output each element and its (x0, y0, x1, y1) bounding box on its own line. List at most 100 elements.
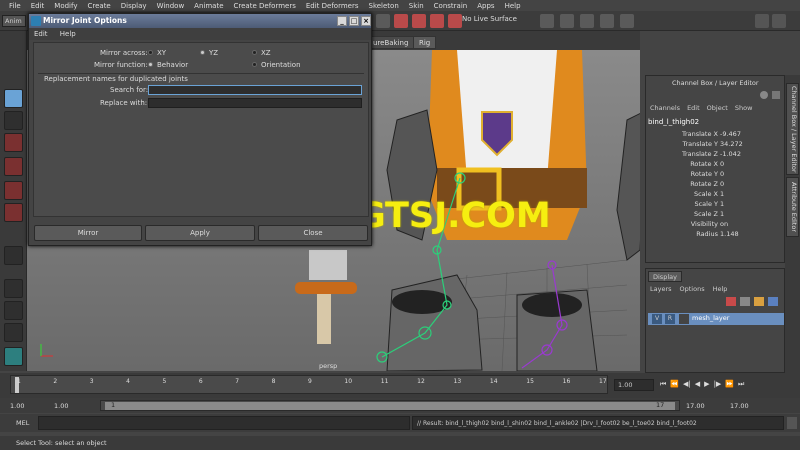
joint-tool-icon[interactable] (4, 246, 23, 265)
layer-visibility-toggle[interactable]: V (652, 314, 662, 324)
snap-curve-icon[interactable] (412, 14, 426, 28)
layer-help-menu[interactable]: Help (713, 283, 728, 295)
channel-box-pin-icon[interactable] (772, 91, 780, 99)
range-end-field[interactable]: 17.00 (730, 402, 749, 410)
close-window-button[interactable]: × (361, 16, 371, 26)
radio-xy-label[interactable]: XY (157, 49, 166, 57)
radio-orientation-label[interactable]: Orientation (261, 61, 301, 69)
side-tab-channel-box[interactable]: Channel Box / Layer Editor (786, 83, 799, 175)
render-settings-icon[interactable] (600, 14, 614, 28)
menu-modify[interactable]: Modify (49, 2, 82, 10)
channel-object-menu[interactable]: Object (707, 102, 728, 114)
time-slider-track[interactable]: 1 2 3 4 5 6 7 8 9 10 11 12 13 14 15 16 17 (10, 375, 608, 394)
replace-with-input[interactable] (148, 98, 362, 108)
close-button[interactable]: Close (258, 225, 368, 241)
radio-behavior-label[interactable]: Behavior (157, 61, 188, 69)
step-forward-icon[interactable]: ⏩ (725, 380, 734, 390)
history-icon[interactable] (540, 14, 554, 28)
new-layer-selected-icon[interactable] (740, 297, 750, 306)
minimize-button[interactable]: _ (337, 16, 347, 26)
command-language-label[interactable]: MEL (16, 419, 29, 427)
channel-scale-x[interactable]: Scale X1 (646, 190, 786, 200)
command-input[interactable] (38, 416, 410, 430)
radio-behavior[interactable] (148, 62, 153, 67)
layout-single-icon[interactable] (4, 279, 23, 298)
range-slider[interactable]: 1 17 (100, 400, 680, 411)
radio-xy[interactable] (148, 50, 153, 55)
menu-create[interactable]: Create (82, 2, 115, 10)
channel-scale-y[interactable]: Scale Y1 (646, 200, 786, 210)
channel-radius[interactable]: Radius 1.148 (646, 230, 786, 240)
layers-menu[interactable]: Layers (650, 283, 672, 295)
menu-animate[interactable]: Animate (189, 2, 228, 10)
menu-window[interactable]: Window (152, 2, 190, 10)
snap-grid-icon[interactable] (394, 14, 408, 28)
channels-menu[interactable]: Channels (650, 102, 680, 114)
step-back-icon[interactable]: ⏪ (670, 380, 679, 390)
dialog-menu-help[interactable]: Help (55, 28, 81, 40)
menu-skeleton[interactable]: Skeleton (364, 2, 404, 10)
channel-rotate-z[interactable]: Rotate Z0 (646, 180, 786, 190)
channel-rotate-x[interactable]: Rotate X0 (646, 160, 786, 170)
snap-point-icon[interactable] (430, 14, 444, 28)
live-surface-label[interactable]: No Live Surface (462, 15, 517, 23)
radio-yz[interactable] (200, 50, 205, 55)
panel-layout-2-icon[interactable] (772, 14, 786, 28)
scale-tool-icon[interactable] (4, 203, 23, 222)
step-back-frame-icon[interactable]: ◀| (683, 380, 691, 390)
menu-help[interactable]: Help (500, 2, 526, 10)
channel-show-menu[interactable]: Show (735, 102, 753, 114)
range-end-inner-field[interactable]: 17.00 (686, 402, 705, 410)
channel-scale-z[interactable]: Scale Z1 (646, 210, 786, 220)
channel-translate-x[interactable]: Translate X -9.467 (646, 130, 786, 140)
snap-surface-icon[interactable] (448, 14, 462, 28)
script-editor-icon[interactable] (787, 417, 797, 429)
channel-rotate-y[interactable]: Rotate Y0 (646, 170, 786, 180)
range-slider-handle[interactable] (105, 402, 675, 410)
menu-display[interactable]: Display (116, 2, 152, 10)
side-tab-attribute-editor[interactable]: Attribute Editor (786, 177, 799, 237)
mirror-button[interactable]: Mirror (34, 225, 142, 241)
play-backwards-icon[interactable]: ◀ (695, 380, 700, 390)
channel-translate-y[interactable]: Translate Y 34.272 (646, 140, 786, 150)
channel-box-settings-icon[interactable] (760, 91, 768, 99)
layer-move-up-icon[interactable] (754, 297, 764, 306)
radio-xz-label[interactable]: XZ (261, 49, 271, 57)
lasso-tool-icon[interactable] (4, 111, 23, 130)
paint-select-icon[interactable] (4, 133, 23, 152)
hypershade-icon[interactable] (620, 14, 634, 28)
apply-button[interactable]: Apply (145, 225, 255, 241)
rotate-tool-icon[interactable] (4, 181, 23, 200)
new-layer-icon[interactable] (726, 297, 736, 306)
menu-create-deformers[interactable]: Create Deformers (229, 2, 301, 10)
channel-translate-z[interactable]: Translate Z -1.042 (646, 150, 786, 160)
dialog-menu-edit[interactable]: Edit (29, 28, 53, 40)
radio-orientation[interactable] (252, 62, 257, 67)
tab-texture-baking[interactable]: ureBaking (367, 36, 415, 49)
range-start-field[interactable]: 1.00 (10, 402, 24, 410)
layout-two-icon[interactable] (4, 323, 23, 342)
channel-visibility[interactable]: Visibility on (646, 220, 786, 230)
render-icon[interactable] (560, 14, 574, 28)
magnet-icon[interactable] (376, 14, 390, 28)
dialog-title-bar[interactable]: Mirror Joint Options _ □ × (29, 14, 371, 28)
tab-display[interactable]: Display (648, 271, 682, 282)
layer-options-menu[interactable]: Options (680, 283, 705, 295)
channel-edit-menu[interactable]: Edit (687, 102, 700, 114)
radio-xz[interactable] (252, 50, 257, 55)
layer-reference-toggle[interactable]: R (665, 314, 675, 324)
menu-apps[interactable]: Apps (472, 2, 499, 10)
select-tool-icon[interactable] (4, 89, 23, 108)
menu-edit[interactable]: Edit (26, 2, 50, 10)
panel-layout-icon[interactable] (755, 14, 769, 28)
radio-yz-label[interactable]: YZ (209, 49, 218, 57)
time-slider[interactable]: 1 2 3 4 5 6 7 8 9 10 11 12 13 14 15 16 17 1.00 ⏮ ⏪ ◀| ◀ … (0, 373, 800, 398)
go-to-end-icon[interactable]: ⏭ (738, 380, 744, 390)
play-forwards-icon[interactable]: ▶ (704, 380, 709, 390)
maximize-button[interactable]: □ (349, 16, 359, 26)
ipr-render-icon[interactable] (580, 14, 594, 28)
menu-file[interactable]: File (4, 2, 26, 10)
search-for-input[interactable] (148, 85, 362, 95)
menu-skin[interactable]: Skin (404, 2, 429, 10)
menu-edit-deformers[interactable]: Edit Deformers (301, 2, 364, 10)
